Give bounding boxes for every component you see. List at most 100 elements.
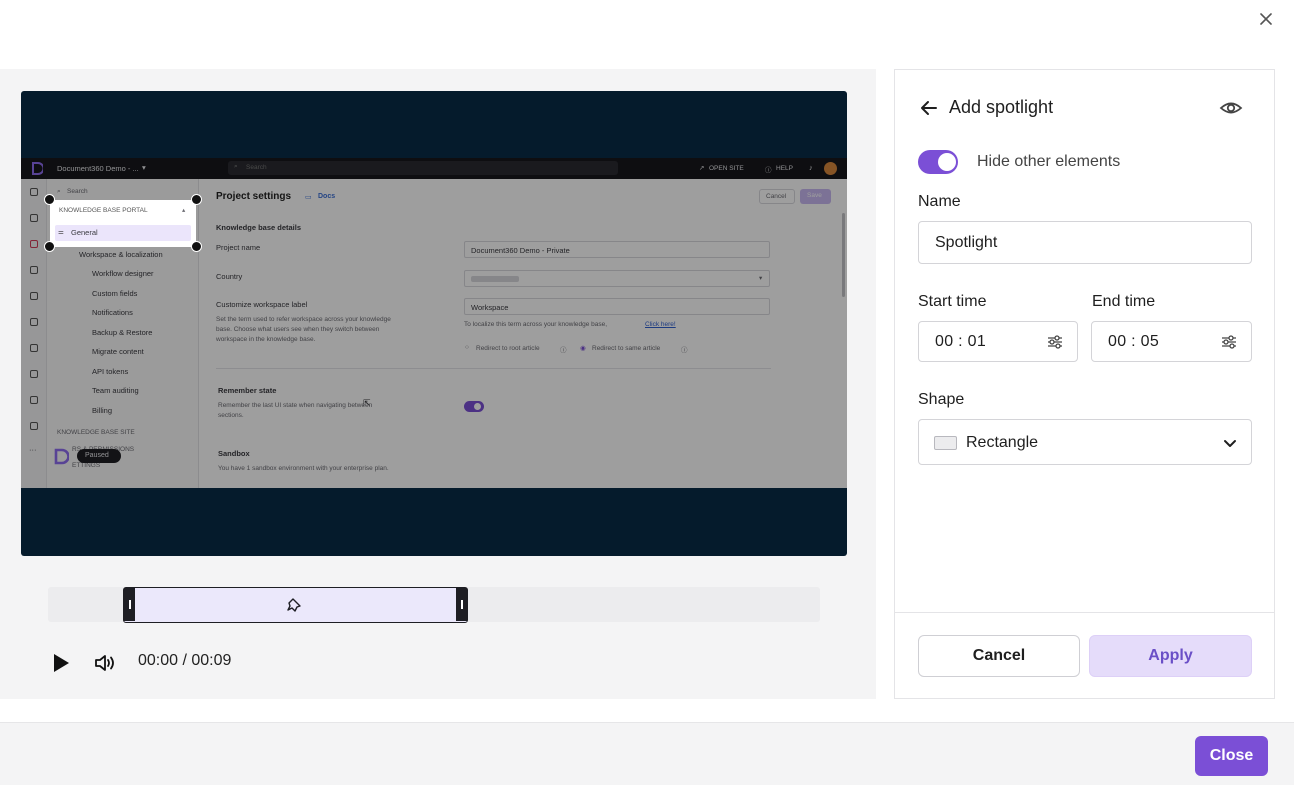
end-time-field[interactable]: 00 : 05 xyxy=(1091,321,1252,362)
video-preview[interactable]: Document360 Demo - ... ▾ Search ⌕ ↗ OPEN… xyxy=(21,91,847,556)
modal-footer xyxy=(0,722,1294,785)
inner-redirect-same: Redirect to same article xyxy=(592,345,661,352)
inner-icon-rail: ··· xyxy=(21,179,47,488)
inner-workspace-name: Document360 Demo - ... xyxy=(57,164,139,173)
inner-nav-section-settings: ETTINGS xyxy=(72,462,101,469)
redacted-value xyxy=(471,276,519,282)
inner-country-label: Country xyxy=(216,272,243,281)
resize-handle-top-right[interactable] xyxy=(191,194,202,205)
info-icon: ⓘ xyxy=(681,347,688,354)
inner-topbar: Document360 Demo - ... ▾ Search ⌕ ↗ OPEN… xyxy=(21,158,847,179)
inner-nav-search: Search xyxy=(67,188,88,195)
inner-save-button: Save xyxy=(800,189,831,204)
info-icon: ⓘ xyxy=(560,347,567,354)
inner-search-placeholder: Search xyxy=(246,164,267,171)
inner-section-details: Knowledge base details xyxy=(216,223,302,232)
start-time-label: Start time xyxy=(918,293,987,310)
logo-icon xyxy=(54,448,69,465)
spotlight-timeline-segment[interactable] xyxy=(123,587,468,623)
inner-project-name-field: Document360 Demo - Private xyxy=(464,241,770,258)
chevron-down-icon: ▾ xyxy=(142,163,146,172)
inner-scrollbar xyxy=(842,213,845,297)
inner-workspace-label-desc-2: base. Choose what users see when they sw… xyxy=(216,326,380,333)
search-icon: ⌕ xyxy=(234,163,238,170)
avatar xyxy=(824,162,837,175)
divider xyxy=(216,368,771,369)
panel-title: Add spotlight xyxy=(949,97,1054,117)
inner-remember-title: Remember state xyxy=(218,386,277,395)
inner-nav-item-custom-fields: Custom fields xyxy=(92,289,138,298)
close-icon[interactable] xyxy=(1256,9,1276,29)
inner-workspace-label-desc-1: Set the term used to refer workspace acr… xyxy=(216,316,391,323)
chevron-down-icon[interactable] xyxy=(1222,435,1238,451)
arrow-left-icon[interactable] xyxy=(918,98,940,118)
inner-nav-item-notifications: Notifications xyxy=(92,308,133,317)
hide-other-elements-label: Hide other elements xyxy=(977,153,1121,170)
spotlight-icon xyxy=(287,598,301,612)
inner-nav-item-auditing: Team auditing xyxy=(92,386,139,395)
more-icon: ··· xyxy=(29,445,37,454)
inner-nav-item-general-row: ⚌ General xyxy=(55,225,191,241)
start-time-field[interactable]: 00 : 01 xyxy=(918,321,1078,362)
resize-handle-bottom-left[interactable] xyxy=(44,241,55,252)
apply-button[interactable]: Apply xyxy=(1089,635,1252,677)
hide-other-elements-toggle[interactable] xyxy=(918,150,958,174)
inner-click-here-link: Click here! xyxy=(645,321,676,328)
inner-remember-toggle xyxy=(464,401,484,412)
inner-remember-desc-2: sections. xyxy=(218,412,244,419)
chevron-up-icon: ▴ xyxy=(182,207,186,214)
volume-icon[interactable] xyxy=(93,652,117,674)
start-time-value: 00 : 01 xyxy=(935,333,987,350)
logo-icon xyxy=(32,162,43,175)
inner-remember-desc-1: Remember the last UI state when navigati… xyxy=(218,402,373,409)
paused-label: Paused xyxy=(85,452,109,459)
sliders-icon: ⚌ xyxy=(58,229,64,236)
sliders-icon[interactable] xyxy=(1047,334,1063,350)
paused-badge: Paused xyxy=(77,449,121,463)
inner-nav-section-portal: KNOWLEDGE BASE PORTAL xyxy=(59,207,148,214)
recorded-screenshot: Document360 Demo - ... ▾ Search ⌕ ↗ OPEN… xyxy=(21,158,847,488)
rocket-icon xyxy=(30,240,38,248)
play-icon[interactable] xyxy=(50,651,72,675)
inner-nav-item-workflow: Workflow designer xyxy=(92,269,154,278)
close-button[interactable]: Close xyxy=(1195,736,1268,776)
inner-search-bar: Search ⌕ xyxy=(228,161,618,175)
storage-icon xyxy=(30,422,38,430)
docs-icon xyxy=(30,370,38,378)
inner-open-site: OPEN SITE xyxy=(709,165,744,172)
resize-handle-bottom-right[interactable] xyxy=(191,241,202,252)
cancel-button[interactable]: Cancel xyxy=(918,635,1080,677)
segment-end-handle[interactable] xyxy=(456,588,467,621)
inner-redirect-root: Redirect to root article xyxy=(476,345,540,352)
home-icon xyxy=(30,188,38,196)
segment-start-handle[interactable] xyxy=(124,588,135,621)
spotlight-region[interactable]: KNOWLEDGE BASE PORTAL ▴ ⚌ General xyxy=(50,200,196,247)
rectangle-shape-icon xyxy=(934,436,957,450)
end-time-label: End time xyxy=(1092,293,1156,310)
eye-icon[interactable] xyxy=(1219,98,1243,118)
inner-workspace-label-desc-3: workspace in the knowledge base. xyxy=(216,336,316,343)
shape-select[interactable]: Rectangle xyxy=(918,419,1252,465)
sliders-icon[interactable] xyxy=(1221,334,1237,350)
workflow-icon xyxy=(30,266,38,274)
name-label: Name xyxy=(918,193,961,210)
inner-nav-item-workspace: Workspace & localization xyxy=(79,250,163,259)
resize-handle-top-left[interactable] xyxy=(44,194,55,205)
name-input[interactable] xyxy=(918,221,1252,264)
inner-page-title: Project settings xyxy=(216,191,292,202)
inner-nav-item-migrate: Migrate content xyxy=(92,347,144,356)
end-time-value: 00 : 05 xyxy=(1108,333,1160,350)
inner-workspace-field: Workspace xyxy=(464,298,770,315)
inner-project-name-value: Document360 Demo - Private xyxy=(471,246,570,255)
inner-cancel-label: Cancel xyxy=(766,193,787,200)
chevron-down-icon: ▾ xyxy=(759,275,763,282)
inner-nav-item-billing: Billing xyxy=(92,406,113,415)
docs-icon: ▭ xyxy=(305,194,312,201)
bell-icon: ♪ xyxy=(809,163,813,172)
cursor-icon: ⇱ xyxy=(363,398,371,408)
analytics-icon xyxy=(30,344,38,352)
help-icon: ⓘ xyxy=(765,167,772,174)
radio-icon: ○ xyxy=(465,344,469,351)
inner-project-name-label: Project name xyxy=(216,243,261,252)
braces-icon xyxy=(30,292,38,300)
